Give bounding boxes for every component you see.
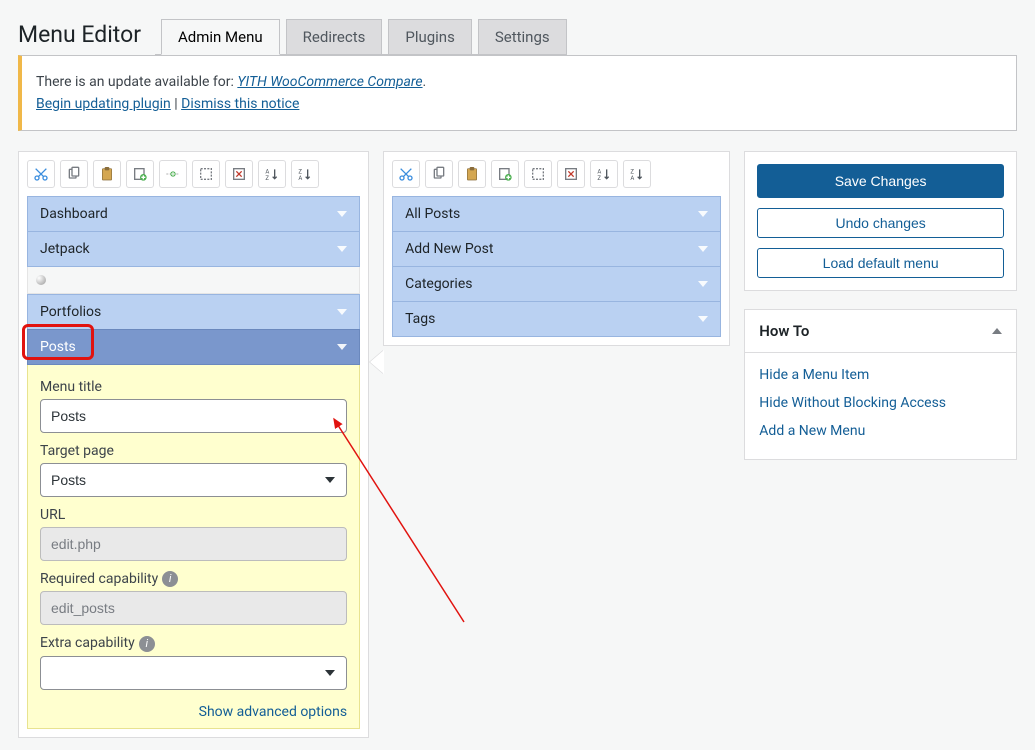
how-to-title: How To (759, 322, 809, 340)
svg-text:A: A (630, 175, 634, 182)
copy-icon[interactable] (60, 160, 88, 188)
menu-item-label: Jetpack (40, 241, 90, 257)
howto-link-hide-no-block[interactable]: Hide Without Blocking Access (759, 389, 1002, 417)
required-capability-input[interactable] (40, 591, 347, 625)
menu-item-label: Portfolios (40, 304, 101, 320)
required-capability-label: Required capabilityi (40, 571, 347, 587)
sort-desc-icon[interactable]: ZA (291, 160, 319, 188)
info-icon[interactable]: i (139, 636, 155, 652)
menu-item-dashboard[interactable]: Dashboard (27, 196, 360, 232)
left-menu-column: AZ ZA Dashboard Jetpack Portfolios Posts (18, 151, 369, 738)
menu-item-label: Categories (405, 276, 472, 292)
new-item-icon[interactable] (491, 160, 519, 188)
info-icon[interactable]: i (162, 571, 178, 587)
menu-item-label: Dashboard (40, 206, 108, 222)
show-advanced-link[interactable]: Show advanced options (40, 700, 347, 722)
svg-text:A: A (597, 168, 601, 175)
menu-item-portfolios[interactable]: Portfolios (27, 294, 360, 330)
howto-link-hide-item[interactable]: Hide a Menu Item (759, 361, 1002, 389)
target-page-select[interactable]: Posts (40, 463, 347, 497)
action-buttons: Save Changes Undo changes Load default m… (744, 151, 1017, 291)
separator-handle-icon (36, 275, 46, 285)
undo-button[interactable]: Undo changes (757, 208, 1004, 238)
left-toolbar: AZ ZA (27, 160, 360, 188)
menu-item-label: Add New Post (405, 241, 493, 257)
collapse-icon (992, 328, 1002, 334)
tab-settings[interactable]: Settings (478, 19, 567, 54)
paste-icon[interactable] (458, 160, 486, 188)
actions-column: Save Changes Undo changes Load default m… (744, 151, 1017, 460)
right-toolbar: AZ ZA (392, 160, 721, 188)
paste-icon[interactable] (93, 160, 121, 188)
page-title: Menu Editor (18, 12, 141, 52)
tab-plugins[interactable]: Plugins (388, 19, 471, 54)
save-button[interactable]: Save Changes (757, 164, 1004, 198)
target-page-label: Target page (40, 443, 347, 459)
item-properties-panel: Menu title Target page Posts URL (27, 364, 360, 729)
new-separator-icon[interactable] (159, 160, 187, 188)
chevron-down-icon (698, 246, 708, 252)
menu-title-input[interactable] (40, 399, 347, 433)
submenu-item-add-new[interactable]: Add New Post (392, 231, 721, 267)
chevron-down-icon (337, 211, 347, 217)
svg-text:Z: Z (597, 175, 601, 182)
url-label: URL (40, 507, 347, 523)
menu-item-label: Tags (405, 311, 435, 327)
menu-item-posts[interactable]: Posts (27, 329, 360, 365)
sort-desc-icon[interactable]: ZA (623, 160, 651, 188)
hide-icon[interactable] (192, 160, 220, 188)
hide-icon[interactable] (524, 160, 552, 188)
url-input[interactable] (40, 527, 347, 561)
cut-icon[interactable] (27, 160, 55, 188)
connector-arrow-icon (370, 350, 384, 374)
svg-text:A: A (298, 175, 302, 182)
tab-admin-menu[interactable]: Admin Menu (161, 19, 280, 55)
chevron-down-icon (698, 281, 708, 287)
submenu-item-all-posts[interactable]: All Posts (392, 196, 721, 232)
delete-icon[interactable] (225, 160, 253, 188)
chevron-down-icon (698, 211, 708, 217)
begin-update-link[interactable]: Begin updating plugin (36, 96, 171, 112)
svg-text:Z: Z (265, 175, 269, 182)
extra-capability-select[interactable] (40, 656, 347, 690)
chevron-down-icon (698, 316, 708, 322)
menu-item-jetpack[interactable]: Jetpack (27, 231, 360, 267)
menu-title-label: Menu title (40, 379, 347, 395)
submenu-item-categories[interactable]: Categories (392, 266, 721, 302)
svg-text:Z: Z (630, 168, 634, 175)
notice-text-prefix: There is an update available for: (36, 74, 237, 90)
sort-asc-icon[interactable]: AZ (258, 160, 286, 188)
notice-text-suffix: . (423, 74, 427, 90)
menu-item-label: Posts (40, 339, 76, 355)
chevron-down-icon (337, 246, 347, 252)
plugin-update-link[interactable]: YITH WooCommerce Compare (237, 74, 422, 90)
howto-link-add-menu[interactable]: Add a New Menu (759, 417, 1002, 445)
update-notice: There is an update available for: YITH W… (18, 55, 1017, 131)
svg-text:Z: Z (298, 168, 302, 175)
nav-tabs: Admin Menu Redirects Plugins Settings (155, 19, 567, 55)
submenu-item-tags[interactable]: Tags (392, 301, 721, 337)
sort-asc-icon[interactable]: AZ (590, 160, 618, 188)
chevron-down-icon (337, 344, 347, 350)
delete-icon[interactable] (557, 160, 585, 188)
how-to-panel: How To Hide a Menu Item Hide Without Blo… (744, 309, 1017, 460)
tab-redirects[interactable]: Redirects (286, 19, 383, 54)
load-default-button[interactable]: Load default menu (757, 248, 1004, 278)
copy-icon[interactable] (425, 160, 453, 188)
submenu-column: AZ ZA All Posts Add New Post Categories … (383, 151, 730, 346)
chevron-down-icon (337, 309, 347, 315)
svg-text:A: A (265, 168, 269, 175)
dismiss-notice-link[interactable]: Dismiss this notice (181, 96, 299, 112)
new-menu-icon[interactable] (126, 160, 154, 188)
extra-capability-label: Extra capabilityi (40, 635, 347, 651)
menu-item-label: All Posts (405, 206, 460, 222)
menu-separator[interactable] (27, 266, 360, 294)
cut-icon[interactable] (392, 160, 420, 188)
how-to-toggle[interactable]: How To (745, 310, 1016, 353)
